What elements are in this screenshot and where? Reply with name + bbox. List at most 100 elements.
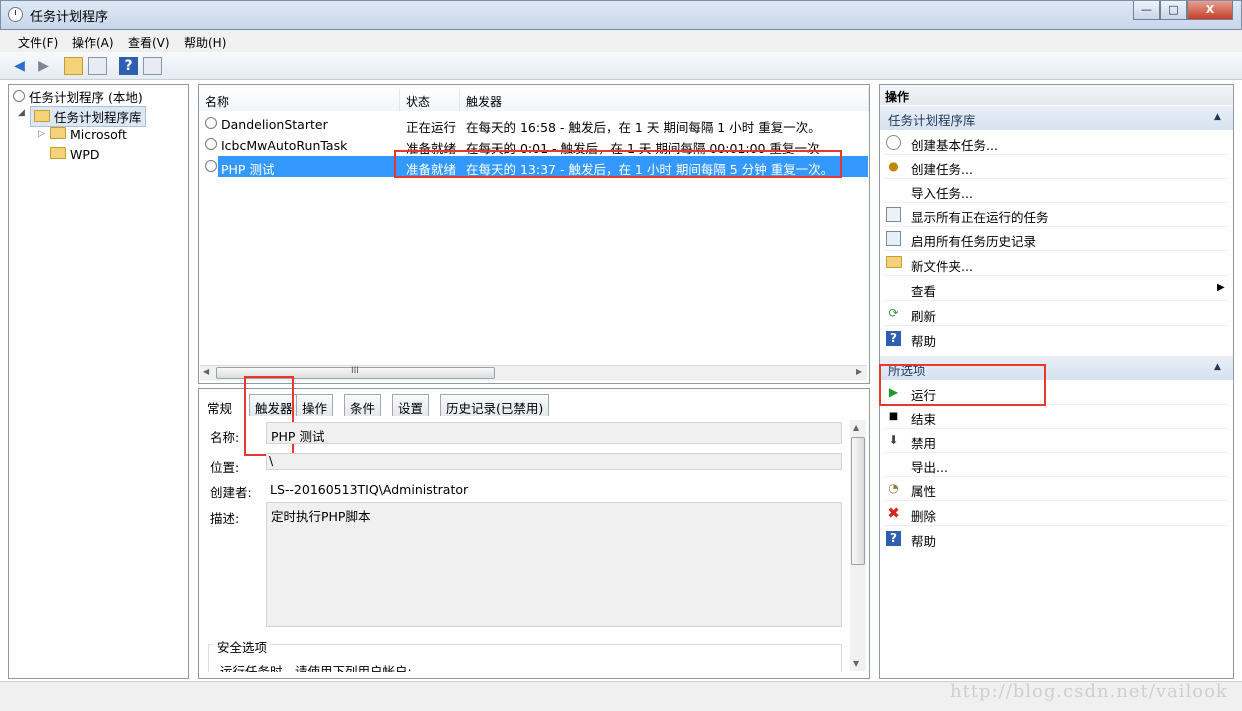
minimize-button[interactable]: — <box>1133 1 1160 20</box>
action-label: 禁用 <box>911 436 937 451</box>
action-import-task[interactable]: 导入任务... <box>884 179 1229 203</box>
show-hide-tree-icon[interactable] <box>88 57 107 75</box>
close-button[interactable]: X <box>1187 1 1233 20</box>
expanded-arrow-icon[interactable]: ◢ <box>18 108 25 118</box>
scroll-up-icon[interactable]: ▲ <box>853 423 859 432</box>
back-arrow-icon[interactable]: ◀ <box>10 57 29 75</box>
action-label: 帮助 <box>911 334 937 349</box>
description-field[interactable]: 定时执行PHP脚本 <box>266 502 842 627</box>
task-name: DandelionStarter <box>221 117 328 132</box>
location-field: \ <box>266 453 842 470</box>
action-label: 显示所有正在运行的任务 <box>911 210 1049 225</box>
action-label: 创建基本任务... <box>911 138 998 153</box>
action-show-running[interactable]: 显示所有正在运行的任务 <box>884 203 1229 227</box>
collapse-icon[interactable]: ▲ <box>1214 362 1221 372</box>
action-create-task[interactable]: ● 创建任务... <box>884 155 1229 179</box>
task-row[interactable]: DandelionStarter 正在运行 在每天的 16:58 - 触发后，在… <box>199 114 869 135</box>
action-refresh[interactable]: ⟳ 刷新 <box>884 302 1229 326</box>
task-status: 正在运行 <box>406 120 457 135</box>
delete-icon: ✖ <box>887 504 900 522</box>
stop-icon: ■ <box>888 411 899 422</box>
menu-file[interactable]: 文件(F) <box>18 34 58 51</box>
tab-history[interactable]: 历史记录(已禁用) <box>440 394 550 416</box>
folder-icon <box>50 127 66 139</box>
up-folder-icon[interactable] <box>64 57 83 75</box>
action-view[interactable]: 查看 ▶ <box>884 277 1229 301</box>
tree-root-label: 任务计划程序 (本地) <box>28 90 143 105</box>
clock-icon <box>205 138 217 150</box>
actions-header: 操作 <box>880 85 1233 105</box>
action-label: 启用所有任务历史记录 <box>911 234 1037 249</box>
create-task-icon: ● <box>888 159 899 173</box>
folder-icon <box>34 110 50 122</box>
column-header-status[interactable]: 状态 <box>400 89 460 111</box>
folder-icon <box>886 256 902 271</box>
maximize-button[interactable]: □ <box>1160 1 1187 20</box>
location-label: 位置: <box>210 460 240 475</box>
running-tasks-icon <box>886 207 901 222</box>
tree-library-label: 任务计划程序库 <box>53 110 142 125</box>
task-scheduler-icon <box>8 7 23 22</box>
help-icon[interactable]: ? <box>119 57 138 75</box>
action-export[interactable]: 导出... <box>884 453 1229 477</box>
tree-root[interactable]: 任务计划程序 (本地) <box>13 87 143 106</box>
properties-icon: ◔ <box>888 481 899 495</box>
watermark: http://blog.csdn.net/vailook <box>950 681 1228 702</box>
tree-item-label: Microsoft <box>69 127 127 142</box>
author-label: 创建者: <box>210 485 252 500</box>
task-name: IcbcMwAutoRunTask <box>221 138 348 153</box>
clock-icon <box>205 160 217 172</box>
tab-conditions[interactable]: 条件 <box>344 394 382 416</box>
section-library[interactable]: 任务计划程序库 <box>880 106 1233 130</box>
tree-item-library[interactable]: 任务计划程序库 <box>30 106 146 127</box>
scroll-left-icon[interactable]: ◀ <box>203 367 209 376</box>
action-create-basic-task[interactable]: 创建基本任务... <box>884 131 1229 155</box>
action-new-folder[interactable]: 新文件夹... <box>884 252 1229 276</box>
column-header-trigger[interactable]: 触发器 <box>460 89 869 111</box>
clock-icon <box>205 117 217 129</box>
action-delete[interactable]: ✖ 删除 <box>884 502 1229 526</box>
disable-icon: ⬇ <box>888 433 899 447</box>
action-label: 查看 <box>911 284 937 299</box>
action-label: 刷新 <box>911 309 937 324</box>
scroll-thumb[interactable] <box>851 437 865 565</box>
show-hide-action-pane-icon[interactable] <box>143 57 162 75</box>
action-enable-history[interactable]: 启用所有任务历史记录 <box>884 227 1229 251</box>
action-help[interactable]: ? 帮助 <box>884 327 1229 351</box>
tree-item-wpd[interactable]: WPD <box>50 147 100 162</box>
author-value: LS--20160513TIQ\Administrator <box>270 482 469 497</box>
action-help-selected[interactable]: ? 帮助 <box>884 527 1229 551</box>
help-icon: ? <box>886 331 901 346</box>
help-icon: ? <box>886 531 901 546</box>
tree-item-label: WPD <box>69 147 100 162</box>
refresh-icon: ⟳ <box>888 306 899 320</box>
tab-actions[interactable]: 操作 <box>296 394 334 416</box>
navigation-tree <box>8 84 189 679</box>
collapse-icon[interactable]: ▲ <box>1214 112 1221 122</box>
action-label: 创建任务... <box>911 162 973 177</box>
tab-general[interactable]: 常规 <box>201 394 239 416</box>
clock-icon <box>13 90 25 102</box>
action-disable[interactable]: ⬇ 禁用 <box>884 429 1229 453</box>
basic-task-icon <box>886 135 901 150</box>
action-end[interactable]: ■ 结束 <box>884 405 1229 429</box>
tab-settings[interactable]: 设置 <box>392 394 430 416</box>
menu-view[interactable]: 查看(V) <box>128 34 170 51</box>
scroll-down-icon[interactable]: ▼ <box>853 659 859 668</box>
forward-arrow-icon[interactable]: ▶ <box>34 57 53 75</box>
run-as-label: 运行任务时，请使用下列用户帐户: <box>220 664 412 672</box>
highlight-box <box>394 150 842 178</box>
toolbar <box>0 52 1242 80</box>
action-label: 删除 <box>911 509 937 524</box>
action-label: 导出... <box>911 460 948 475</box>
action-label: 新文件夹... <box>911 259 973 274</box>
task-name-field[interactable]: PHP 测试 <box>266 422 842 444</box>
action-label: 导入任务... <box>911 186 973 201</box>
collapsed-arrow-icon[interactable]: ▷ <box>38 129 45 139</box>
menu-action[interactable]: 操作(A) <box>72 34 114 51</box>
column-header-name[interactable]: 名称 <box>199 89 400 111</box>
scroll-right-icon[interactable]: ▶ <box>856 367 862 376</box>
tree-item-microsoft[interactable]: Microsoft <box>50 127 127 142</box>
menu-help[interactable]: 帮助(H) <box>184 34 226 51</box>
action-properties[interactable]: ◔ 属性 <box>884 477 1229 501</box>
